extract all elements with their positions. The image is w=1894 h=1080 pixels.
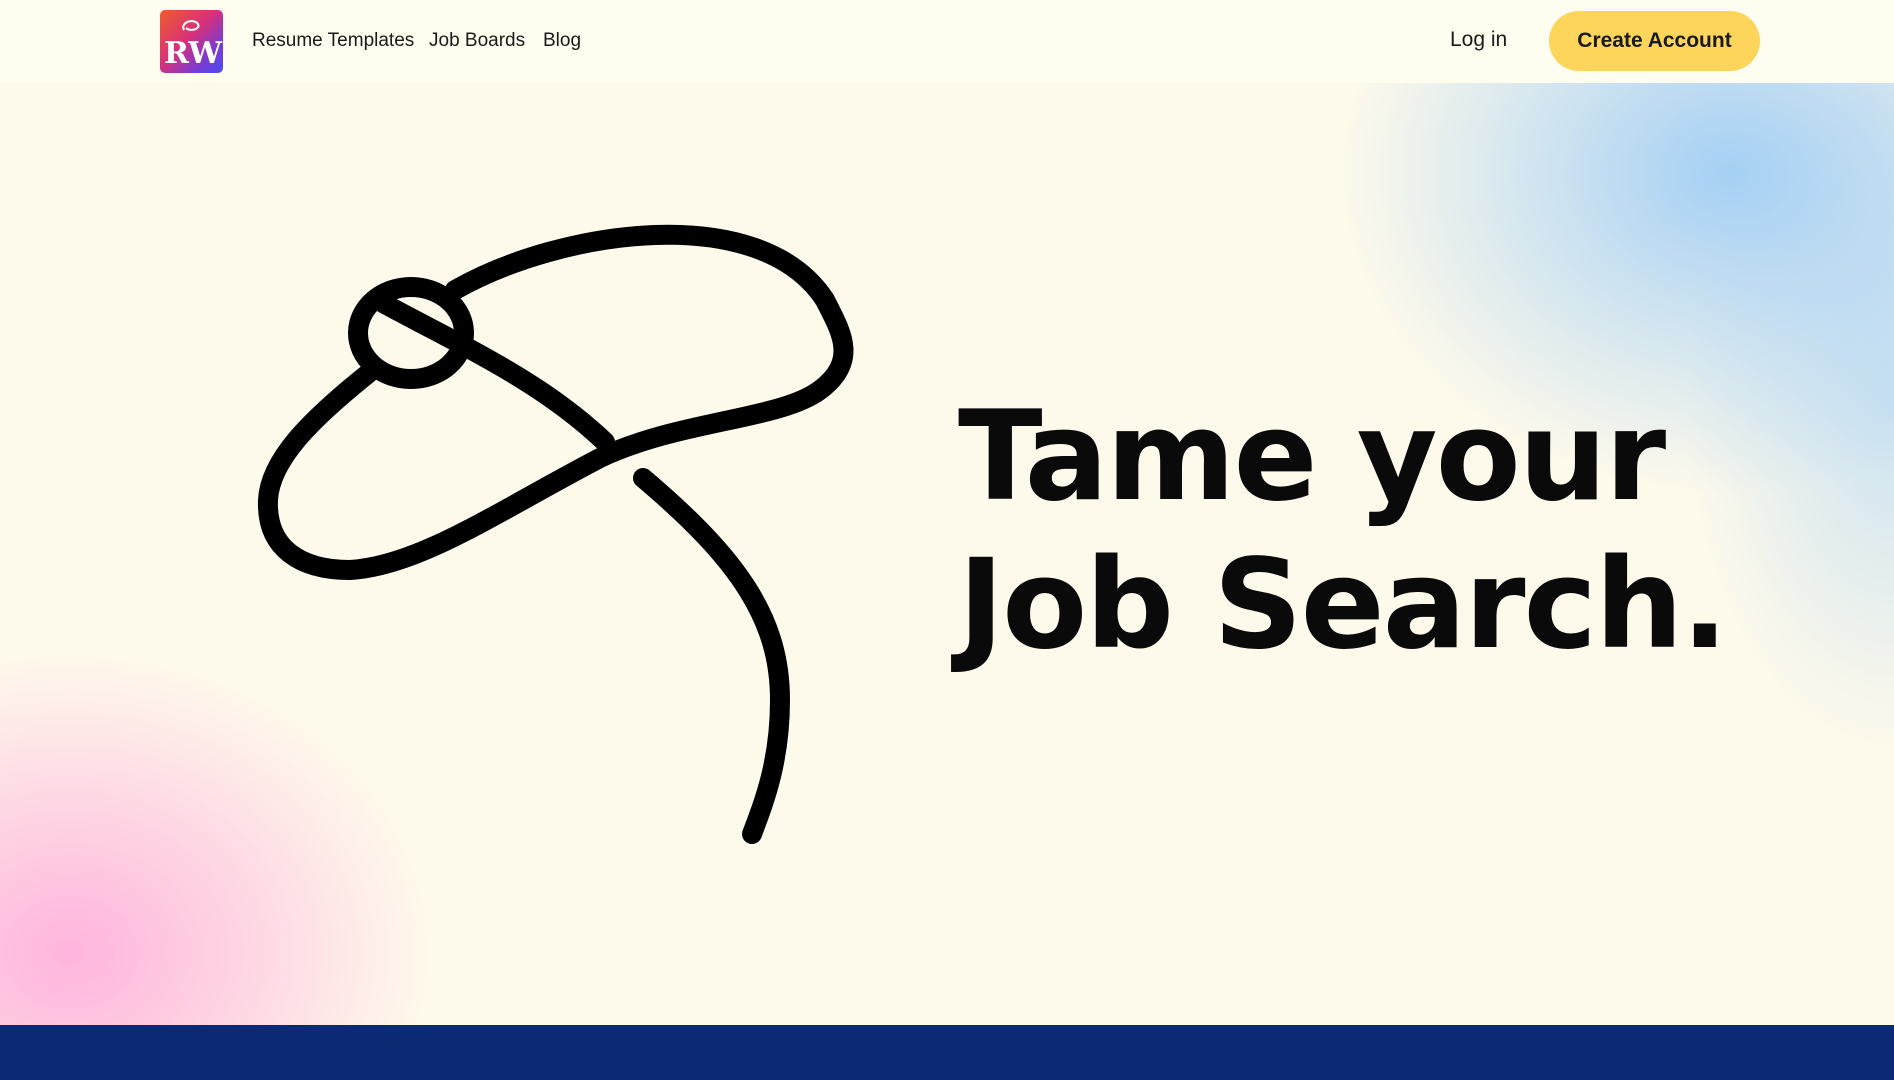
headline-line-1: Tame your — [958, 385, 1666, 529]
headline-line-2: Job Search. — [958, 533, 1728, 677]
logo-text: RW — [164, 36, 223, 71]
nav-resume-templates[interactable]: Resume Templates — [252, 30, 414, 52]
hero-headline: Tame your Job Search. — [958, 383, 1728, 679]
footer-band — [0, 1025, 1894, 1080]
rw-logo-icon[interactable]: RW — [160, 10, 223, 73]
nav-job-boards[interactable]: Job Boards — [429, 30, 525, 52]
login-link[interactable]: Log in — [1450, 28, 1507, 52]
create-account-button[interactable]: Create Account — [1549, 11, 1760, 71]
site-header: RW Resume Templates Job Boards Blog Log … — [0, 0, 1894, 83]
hero-section: Tame your Job Search. — [0, 83, 1894, 1025]
nav-blog[interactable]: Blog — [543, 30, 581, 52]
